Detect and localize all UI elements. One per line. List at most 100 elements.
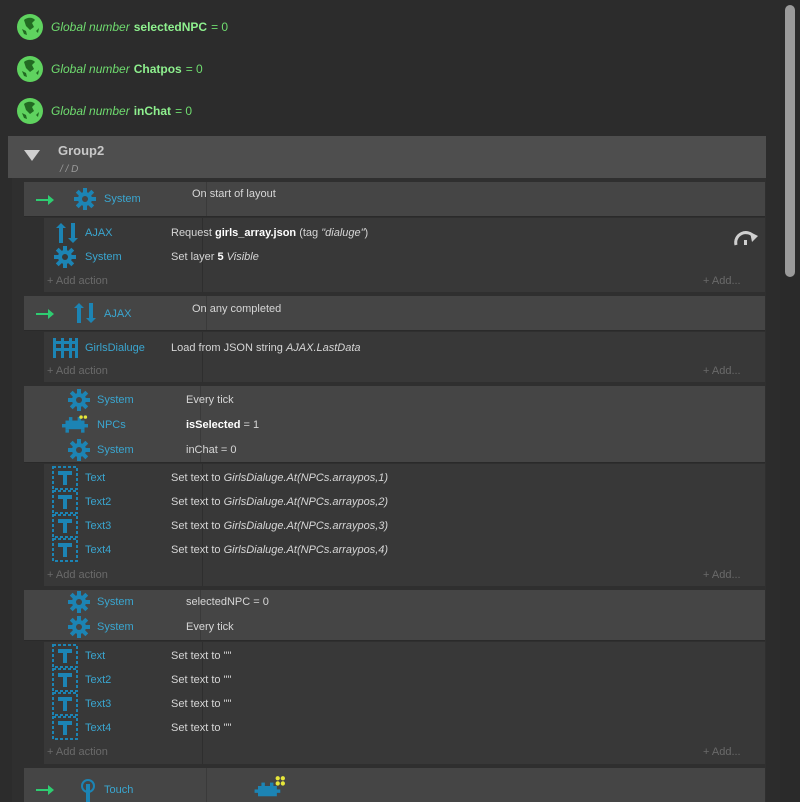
variable-name: Chatpos — [133, 62, 182, 76]
variable-keyword: Global number — [51, 62, 130, 76]
condition-object: System — [104, 193, 141, 205]
global-variable-row[interactable]: Global number selectedNPC = 0 — [16, 12, 228, 42]
action-object: Text — [85, 472, 106, 484]
condition-object: System — [97, 596, 134, 608]
action-object: Text3 — [85, 520, 112, 532]
condition-text: isSelected = 1 — [186, 419, 260, 431]
add-action-link[interactable]: + Add action — [47, 275, 108, 287]
gear-icon — [68, 439, 90, 461]
text-object-icon — [52, 644, 78, 668]
condition-text: On start of layout — [192, 188, 276, 200]
ajax-icon — [74, 303, 96, 323]
add-more-link[interactable]: + Add... — [703, 365, 741, 377]
add-more-link[interactable]: + Add... — [703, 569, 741, 581]
text-object-icon — [52, 466, 78, 490]
condition-object: AJAX — [104, 308, 132, 320]
condition-object: System — [97, 394, 134, 406]
action-text[interactable]: Load from JSON string AJAX.LastData — [171, 342, 361, 354]
gear-icon — [68, 591, 90, 613]
global-variable-row[interactable]: Global number inChat = 0 — [16, 96, 192, 126]
event-sheet: Global number selectedNPC = 0 Global num… — [0, 0, 780, 802]
event-condition-block[interactable]: System On start of layout — [24, 182, 765, 217]
variable-value: = 0 — [175, 104, 193, 118]
action-text[interactable]: Set text to "" — [171, 698, 231, 710]
event-actions-block[interactable] — [44, 332, 765, 382]
action-object: Text4 — [85, 722, 112, 734]
action-text[interactable]: Set text to GirlsDialuge.At(NPCs.arraypo… — [171, 520, 388, 532]
trigger-arrow-icon — [36, 195, 54, 205]
condition-text: On any completed — [192, 303, 282, 315]
action-text[interactable]: Set text to GirlsDialuge.At(NPCs.arraypo… — [171, 544, 388, 556]
condition-object: NPCs — [97, 419, 126, 431]
group-header[interactable]: Group2 / / D — [8, 136, 766, 178]
action-object: Text2 — [85, 674, 112, 686]
event-actions-block[interactable] — [44, 464, 765, 586]
trigger-arrow-icon — [36, 309, 54, 319]
condition-text: Every tick — [186, 394, 234, 406]
global-variable-row[interactable]: Global number Chatpos = 0 — [16, 54, 203, 84]
action-object: Text4 — [85, 544, 112, 556]
collapse-triangle-icon[interactable] — [24, 150, 40, 161]
condition-text: Every tick — [186, 621, 234, 633]
event-condition-block[interactable]: Touch — [24, 768, 765, 802]
event-condition-block[interactable] — [24, 590, 765, 641]
event-condition-block[interactable]: AJAX On any completed — [24, 296, 765, 331]
array-icon — [53, 338, 78, 358]
action-text[interactable]: Set text to "" — [171, 650, 231, 662]
action-text[interactable]: Set text to GirlsDialuge.At(NPCs.arraypo… — [171, 472, 388, 484]
action-text[interactable]: Set layer 5 Visible — [171, 251, 259, 263]
text-object-icon — [52, 668, 78, 692]
variable-keyword: Global number — [51, 20, 130, 34]
redo-icon[interactable] — [732, 228, 760, 248]
add-more-link[interactable]: + Add... — [703, 746, 741, 758]
variable-name: selectedNPC — [133, 20, 208, 34]
scrollbar-thumb[interactable] — [785, 5, 795, 277]
text-object-icon — [52, 514, 78, 538]
add-action-link[interactable]: + Add action — [47, 569, 108, 581]
text-object-icon — [52, 490, 78, 514]
action-text[interactable]: Request girls_array.json (tag "dialuge") — [171, 227, 368, 239]
condition-object: Touch — [104, 784, 134, 796]
group-description: / / D — [60, 164, 79, 175]
condition-object: System — [97, 444, 134, 456]
condition-text: inChat = 0 — [186, 444, 237, 456]
action-object: Text — [85, 650, 106, 662]
gear-icon — [74, 188, 96, 210]
invader-sprite-icon — [254, 776, 285, 797]
add-action-link[interactable]: + Add action — [47, 746, 108, 758]
text-object-icon — [52, 538, 78, 562]
action-object: AJAX — [85, 227, 113, 239]
touch-icon — [81, 779, 95, 802]
action-text[interactable]: Set text to GirlsDialuge.At(NPCs.arraypo… — [171, 496, 388, 508]
event-actions-block[interactable] — [44, 642, 765, 764]
globe-icon — [17, 98, 43, 124]
action-object: Text3 — [85, 698, 112, 710]
event-condition-block[interactable] — [24, 386, 765, 463]
vertical-scrollbar[interactable] — [780, 0, 800, 802]
text-object-icon — [52, 692, 78, 716]
action-text[interactable]: Set text to "" — [171, 722, 231, 734]
gear-icon — [54, 246, 76, 268]
ajax-icon — [56, 223, 78, 243]
variable-value: = 0 — [185, 62, 203, 76]
invader-sprite-icon — [62, 415, 88, 433]
variable-name: inChat — [133, 104, 172, 118]
gear-icon — [68, 616, 90, 638]
condition-object: System — [97, 621, 134, 633]
add-more-link[interactable]: + Add... — [703, 275, 741, 287]
gear-icon — [68, 389, 90, 411]
trigger-arrow-icon — [36, 785, 54, 795]
variable-keyword: Global number — [51, 104, 130, 118]
event-actions-block[interactable] — [44, 218, 765, 292]
variable-value: = 0 — [211, 20, 229, 34]
text-object-icon — [52, 716, 78, 740]
globe-icon — [17, 14, 43, 40]
condition-text: selectedNPC = 0 — [186, 596, 269, 608]
action-object: GirlsDialuge — [85, 342, 145, 354]
action-text[interactable]: Set text to "" — [171, 674, 231, 686]
group-title: Group2 — [58, 143, 105, 158]
action-object: Text2 — [85, 496, 112, 508]
globe-icon — [17, 56, 43, 82]
add-action-link[interactable]: + Add action — [47, 365, 108, 377]
action-object: System — [85, 251, 122, 263]
